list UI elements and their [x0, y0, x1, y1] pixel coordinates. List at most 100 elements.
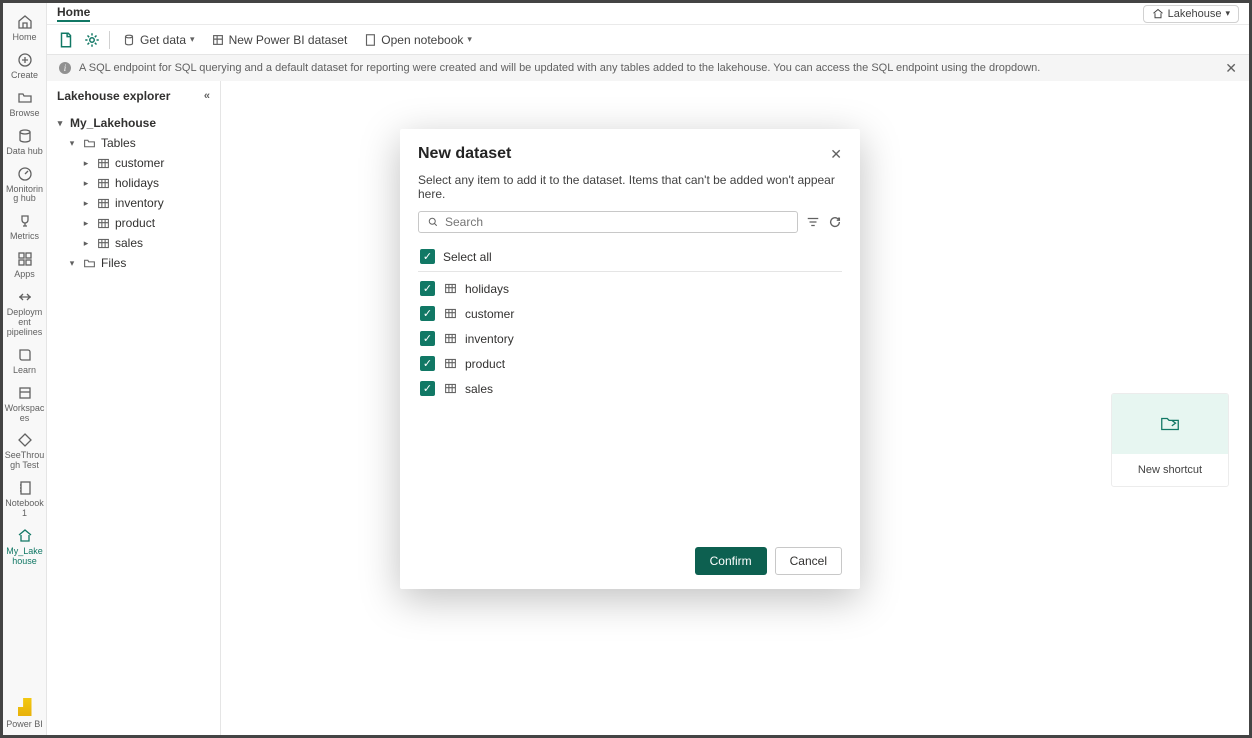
rail-item-workspaces[interactable]: Workspaces: [3, 380, 47, 428]
powerbi-logo-icon: [18, 698, 32, 716]
checkbox-checked[interactable]: ✓: [420, 306, 435, 321]
checkbox-checked[interactable]: ✓: [420, 381, 435, 396]
rail-item-browse[interactable]: Browse: [3, 85, 47, 123]
checkbox-checked[interactable]: ✓: [420, 356, 435, 371]
new-dataset-button[interactable]: New Power BI dataset: [207, 31, 352, 49]
rail-label: Create: [11, 71, 38, 81]
shortcut-card-label: New shortcut: [1112, 454, 1228, 486]
get-data-button[interactable]: Get data ▾: [118, 31, 199, 49]
new-dataset-label: New Power BI dataset: [229, 33, 348, 47]
gauge-icon: [17, 166, 33, 182]
table-icon: [96, 237, 110, 250]
table-icon: [443, 382, 457, 395]
modal-item-row[interactable]: ✓ customer: [418, 301, 842, 326]
collapse-panel-icon[interactable]: «: [204, 90, 210, 102]
rail-item-home[interactable]: Home: [3, 9, 47, 47]
rail-powerbi[interactable]: Power BI: [3, 698, 47, 735]
rail-item-notebook[interactable]: Notebook 1: [3, 475, 47, 523]
dataset-icon: [211, 33, 225, 47]
rail-label: Notebook 1: [5, 499, 45, 519]
modal-footer: Confirm Cancel: [418, 547, 842, 575]
rail-label: SeeThrough Test: [5, 451, 45, 471]
rail-item-monitoring[interactable]: Monitoring hub: [3, 161, 47, 209]
chevron-down-icon: ▾: [67, 258, 77, 269]
rail-item-datahub[interactable]: Data hub: [3, 123, 47, 161]
tree-table-item[interactable]: ▸inventory: [53, 193, 214, 213]
tree-tables-node[interactable]: ▾ Tables: [53, 133, 214, 153]
tree-table-item[interactable]: ▸holidays: [53, 173, 214, 193]
table-icon: [443, 332, 457, 345]
rail-label: Power BI: [6, 719, 43, 729]
view-switcher[interactable]: Lakehouse ▾: [1143, 5, 1239, 23]
checkbox-checked[interactable]: ✓: [420, 281, 435, 296]
checkbox-checked[interactable]: ✓: [420, 331, 435, 346]
modal-item-row[interactable]: ✓sales: [418, 376, 842, 401]
rail-label: Deployment pipelines: [5, 308, 45, 338]
confirm-button[interactable]: Confirm: [695, 547, 767, 575]
rail-item-seethrough[interactable]: SeeThrough Test: [3, 427, 47, 475]
modal-item-label: inventory: [465, 332, 514, 346]
modal-item-list: ✓ Select all ✓ holidays ✓ customer ✓ inventor…: [418, 243, 842, 401]
explorer-tree: ▾ My_Lakehouse ▾ Tables ▸customer▸holida…: [47, 111, 220, 275]
tab-home[interactable]: Home: [57, 5, 90, 22]
modal-item-row[interactable]: ✓product: [418, 351, 842, 376]
left-nav-rail: Home Create Browse Data hub Monitoring h…: [3, 3, 47, 735]
new-file-icon[interactable]: [57, 31, 75, 49]
table-icon: [96, 177, 110, 190]
settings-icon[interactable]: [83, 31, 101, 49]
modal-item-row[interactable]: ✓ holidays: [418, 276, 842, 301]
rail-item-learn[interactable]: Learn: [3, 342, 47, 380]
table-icon: [96, 157, 110, 170]
rail-label: Learn: [13, 366, 36, 376]
toolbar: Get data ▾ New Power BI dataset Open not…: [47, 25, 1249, 55]
table-icon: [443, 357, 457, 370]
search-input[interactable]: [445, 215, 789, 229]
modal-item-label: customer: [465, 307, 514, 321]
modal-item-label: holidays: [465, 282, 509, 296]
workspace-icon: [17, 385, 33, 401]
refresh-icon[interactable]: [828, 215, 842, 229]
notebook-small-icon: [363, 33, 377, 47]
rail-label: Data hub: [6, 147, 43, 157]
plus-circle-icon: [17, 52, 33, 68]
modal-title: New dataset: [418, 145, 511, 163]
open-notebook-button[interactable]: Open notebook ▾: [359, 31, 476, 49]
chevron-right-icon: ▸: [81, 178, 91, 189]
select-all-row[interactable]: ✓ Select all: [418, 244, 842, 272]
checkbox-checked[interactable]: ✓: [420, 249, 435, 264]
tree-table-item[interactable]: ▸product: [53, 213, 214, 233]
chevron-down-icon: ▾: [190, 34, 195, 45]
close-icon[interactable]: ✕: [830, 146, 842, 163]
rail-label: Monitoring hub: [5, 185, 45, 205]
new-shortcut-card[interactable]: New shortcut: [1111, 393, 1229, 487]
cancel-button[interactable]: Cancel: [775, 547, 842, 575]
table-icon: [96, 217, 110, 230]
rail-item-deploy[interactable]: Deployment pipelines: [3, 284, 47, 342]
rail-label: Workspaces: [5, 404, 45, 424]
search-icon: [427, 216, 439, 228]
rail-label: Browse: [9, 109, 39, 119]
modal-item-row[interactable]: ✓ inventory: [418, 326, 842, 351]
rail-item-create[interactable]: Create: [3, 47, 47, 85]
table-icon: [96, 197, 110, 210]
tree-root[interactable]: ▾ My_Lakehouse: [53, 113, 214, 133]
lakehouse-explorer: Lakehouse explorer « ▾ My_Lakehouse ▾ Ta…: [47, 81, 221, 735]
banner-close-icon[interactable]: ✕: [1225, 60, 1237, 77]
tree-table-label: product: [115, 216, 155, 230]
home-icon: [17, 14, 33, 30]
rail-item-metrics[interactable]: Metrics: [3, 208, 47, 246]
tree-table-item[interactable]: ▸sales: [53, 233, 214, 253]
folder-shortcut-icon: [1159, 413, 1181, 435]
select-all-label: Select all: [443, 250, 492, 264]
tree-table-item[interactable]: ▸customer: [53, 153, 214, 173]
folder-icon: [82, 137, 96, 150]
tree-files-node[interactable]: ▾ Files: [53, 253, 214, 273]
chevron-down-icon: ▾: [55, 118, 65, 129]
rail-item-mylakehouse[interactable]: My_Lakehouse: [3, 523, 47, 571]
filter-icon[interactable]: [806, 215, 820, 229]
tree-files-label: Files: [101, 256, 126, 270]
info-banner: i A SQL endpoint for SQL querying and a …: [47, 55, 1249, 81]
chevron-down-icon: ▾: [67, 138, 77, 149]
rail-item-apps[interactable]: Apps: [3, 246, 47, 284]
folder-icon: [17, 90, 33, 106]
